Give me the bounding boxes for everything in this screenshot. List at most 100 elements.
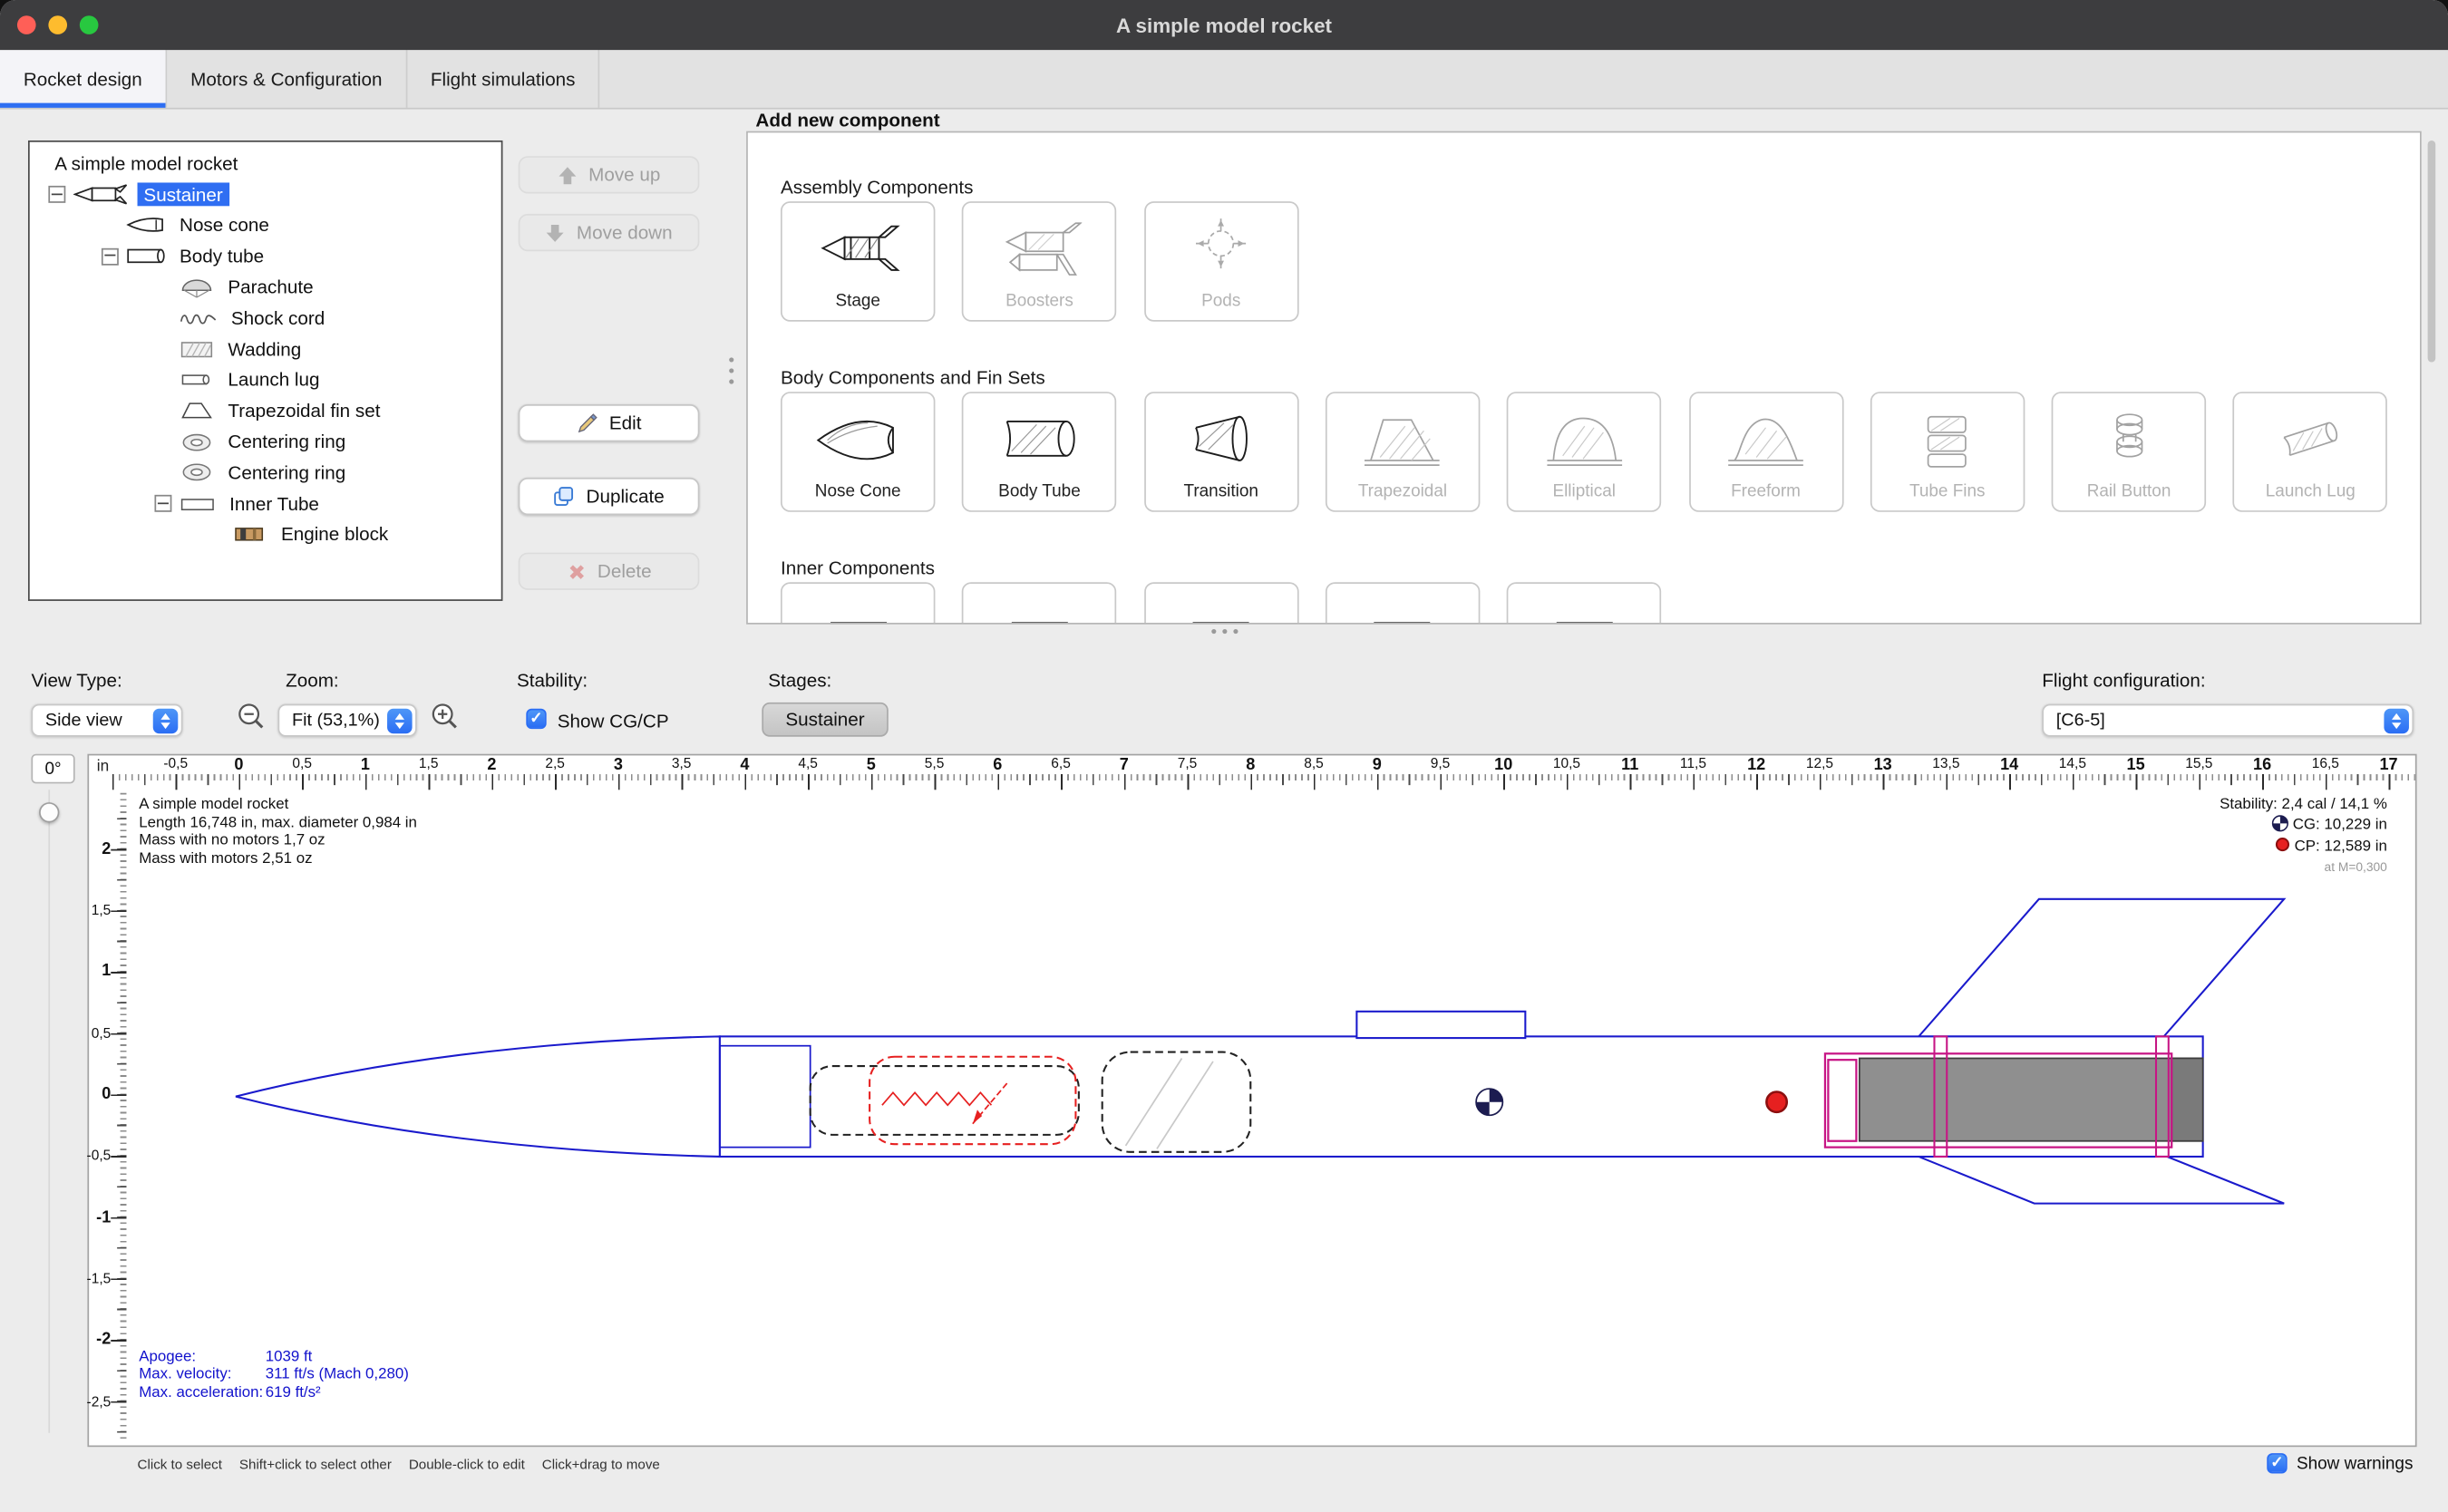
h-ruler-label: 0,5: [292, 755, 312, 771]
view-type-select[interactable]: Side view: [31, 704, 182, 737]
stability-value: Stability: 2,4 cal / 14,1 %: [2220, 796, 2387, 814]
add-card-component[interactable]: [962, 582, 1116, 624]
tree-item-launch-lug[interactable]: Launch lug: [30, 364, 501, 395]
tree-item-inner-tube[interactable]: Inner Tube: [30, 489, 501, 519]
centering-ring-rear[interactable]: [2156, 1036, 2169, 1157]
v-ruler-label: -2: [96, 1330, 111, 1349]
expander-icon[interactable]: [154, 495, 171, 512]
zoom-out-button[interactable]: [234, 704, 268, 737]
motor[interactable]: [1860, 1058, 2203, 1140]
splitter-handle-icon[interactable]: [729, 357, 733, 383]
scrollbar-thumb[interactable]: [2428, 141, 2436, 363]
show-warnings-checkbox[interactable]: [2267, 1453, 2287, 1473]
expander-icon[interactable]: [102, 247, 119, 265]
h-ruler-ticks: [112, 774, 2415, 790]
duplicate-button[interactable]: Duplicate: [519, 478, 700, 515]
card-label: Stage: [835, 292, 880, 320]
add-card-component[interactable]: [1143, 582, 1297, 624]
rotation-slider-knob[interactable]: [39, 802, 59, 822]
zoom-out-icon: [236, 701, 267, 740]
rotation-indicator: 0°: [31, 754, 74, 784]
tree-item-a-simple-model-rocket[interactable]: A simple model rocket: [30, 149, 501, 179]
tree-item-body-tube[interactable]: Body tube: [30, 241, 501, 272]
stepper-icon: [153, 708, 179, 733]
tree-item-label: Parachute: [222, 276, 320, 299]
h-ruler-labels: -0,500,511,522,533,544,555,566,577,588,5…: [89, 755, 2415, 774]
panel-resize-handle-icon[interactable]: [1211, 629, 1238, 634]
tree-item-shock-cord[interactable]: Shock cord: [30, 303, 501, 334]
hint-bar: Click to selectShift+click to select oth…: [138, 1457, 660, 1472]
add-card-transition[interactable]: Transition: [1143, 392, 1297, 512]
card-label: Elliptical: [1552, 482, 1615, 510]
launch-lug-outline[interactable]: [1356, 1012, 1525, 1038]
expander-icon[interactable]: [48, 186, 65, 203]
stability-label: Stability:: [517, 670, 588, 692]
tree-item-centering-ring[interactable]: Centering ring: [30, 457, 501, 488]
tree-item-trapezoidal-fin-set[interactable]: Trapezoidal fin set: [30, 395, 501, 426]
lower-fin[interactable]: [1919, 1157, 2284, 1204]
h-ruler-label: 5: [867, 755, 876, 774]
wadding-outline[interactable]: [1103, 1052, 1251, 1152]
zoom-in-button[interactable]: [428, 704, 462, 737]
inner-component-card-icon: [782, 584, 934, 625]
v-ruler-label: 2: [102, 839, 111, 858]
add-card-rail-button: Rail Button: [2052, 392, 2206, 512]
h-ruler-label: 3: [614, 755, 623, 774]
tree-item-parachute[interactable]: Parachute: [30, 272, 501, 303]
pencil-icon: [577, 412, 598, 434]
rocket-figure: in -0,500,511,522,533,544,555,566,577,58…: [87, 754, 2416, 1448]
close-button[interactable]: [17, 15, 36, 34]
shock-cord-outline[interactable]: [869, 1057, 1075, 1144]
h-ruler-label: 1,5: [419, 755, 439, 771]
tab-flight-simulations[interactable]: Flight simulations: [407, 50, 600, 108]
v-ruler-ticks: [111, 790, 126, 1442]
upper-fin[interactable]: [1919, 899, 2284, 1037]
duplicate-icon: [553, 486, 575, 508]
tab-rocket-design[interactable]: Rocket design: [0, 50, 167, 108]
tree-item-centering-ring[interactable]: Centering ring: [30, 426, 501, 457]
centering-ring-front[interactable]: [1934, 1036, 1947, 1157]
show-cgcp-checkbox[interactable]: [526, 709, 546, 729]
nose-shoulder: [720, 1046, 811, 1148]
move-down-label: Move down: [577, 222, 673, 244]
add-card-component[interactable]: [1326, 582, 1480, 624]
add-card-component[interactable]: [781, 582, 935, 624]
stability-info: Stability: 2,4 cal / 14,1 % CG: 10,229 i…: [2220, 796, 2387, 876]
window-controls: [0, 15, 98, 34]
v-ruler-label: 0,5: [92, 1025, 112, 1041]
flight-stats: Apogee:1039 ft Max. velocity:311 ft/s (M…: [139, 1349, 409, 1402]
component-tree[interactable]: A simple model rocketSustainerNose coneB…: [28, 141, 502, 601]
tab-motors-configuration[interactable]: Motors & Configuration: [167, 50, 407, 108]
stage-sustainer-button[interactable]: Sustainer: [762, 703, 888, 737]
v-ruler-labels: 21,510,50-0,5-1-1,5-2-2,5: [89, 755, 111, 1445]
add-card-nose-cone[interactable]: Nose Cone: [781, 392, 935, 512]
hint-text: Click+drag to move: [542, 1457, 660, 1472]
body-tube-outline[interactable]: [720, 1036, 2203, 1157]
minimize-button[interactable]: [48, 15, 67, 34]
tree-item-engine-block[interactable]: Engine block: [30, 519, 501, 550]
inner-tube-outline[interactable]: [1825, 1053, 2171, 1147]
engine-block-outline[interactable]: [1828, 1060, 1856, 1141]
rocket-info-line: A simple model rocket: [139, 796, 417, 814]
h-ruler-label: 6,5: [1051, 755, 1071, 771]
add-card-component[interactable]: [1507, 582, 1661, 624]
show-cgcp-label: Show CG/CP: [558, 710, 669, 732]
add-card-freeform: Freeform: [1688, 392, 1842, 512]
tree-item-wadding[interactable]: Wadding: [30, 334, 501, 364]
cp-marker: [1766, 1091, 1786, 1111]
parachute-outline[interactable]: [811, 1066, 1079, 1135]
tree-item-nose-cone[interactable]: Nose cone: [30, 210, 501, 241]
zoom-select[interactable]: Fit (53,1%): [278, 704, 417, 737]
add-card-stage[interactable]: Stage: [781, 201, 935, 322]
tree-item-sustainer[interactable]: Sustainer: [30, 179, 501, 210]
parachute-icon: [180, 277, 214, 297]
rotation-slider-track[interactable]: [48, 790, 50, 1432]
nose-cone-outline[interactable]: [236, 1036, 720, 1157]
rocket-side-view[interactable]: [89, 755, 2415, 1445]
h-ruler-label: 8,5: [1304, 755, 1324, 771]
fullscreen-button[interactable]: [80, 15, 99, 34]
shock-cord-arrowhead: [973, 1110, 982, 1123]
flight-config-select[interactable]: [C6-5]: [2042, 704, 2414, 737]
add-card-body-tube[interactable]: Body Tube: [962, 392, 1116, 512]
edit-button[interactable]: Edit: [519, 404, 700, 441]
